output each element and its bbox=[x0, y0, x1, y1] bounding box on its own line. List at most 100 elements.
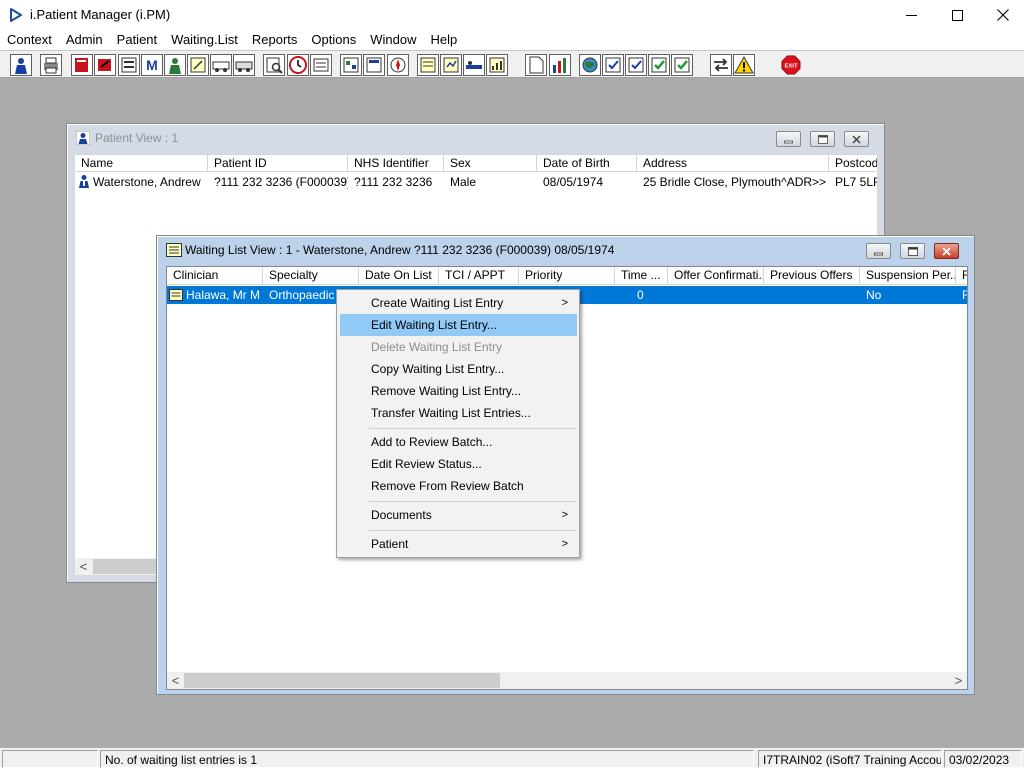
column-header-name[interactable]: Name bbox=[75, 155, 208, 172]
column-header-sex[interactable]: Sex bbox=[444, 155, 537, 172]
waiting-list-maximize-button[interactable] bbox=[900, 243, 925, 259]
column-header-time[interactable]: Time ... bbox=[615, 267, 668, 284]
patient-grid-header: Name Patient ID NHS Identifier Sex Date … bbox=[75, 154, 877, 172]
toolbar-button-swap[interactable] bbox=[710, 54, 732, 76]
minimize-button[interactable] bbox=[888, 0, 934, 30]
toolbar-button-file[interactable] bbox=[525, 54, 547, 76]
column-header-clinician[interactable]: Clinician bbox=[167, 267, 263, 284]
menu-item-documents[interactable]: Documents > bbox=[340, 504, 577, 526]
toolbar-button-list[interactable] bbox=[310, 54, 332, 76]
menu-waiting-list[interactable]: Waiting.List bbox=[164, 30, 245, 50]
f-cell: F bbox=[956, 286, 967, 304]
column-header-previous-offers[interactable]: Previous Offers bbox=[764, 267, 860, 284]
toolbar-button-printer[interactable] bbox=[40, 54, 62, 76]
scroll-left-icon[interactable]: < bbox=[75, 558, 92, 575]
scroll-thumb[interactable] bbox=[184, 673, 500, 688]
warning-icon bbox=[734, 55, 754, 74]
status-cell-empty bbox=[2, 750, 98, 768]
app-title: i.Patient Manager (i.PM) bbox=[30, 7, 171, 22]
column-header-offer-confirmation[interactable]: Offer Confirmati... bbox=[668, 267, 764, 284]
menu-item-transfer-waiting-list-entries[interactable]: Transfer Waiting List Entries... bbox=[340, 402, 577, 424]
scroll-right-icon[interactable]: > bbox=[950, 672, 967, 689]
toolbar-button-bed[interactable] bbox=[463, 54, 485, 76]
toolbar-button-notepad[interactable] bbox=[417, 54, 439, 76]
toolbar-button-check-doc[interactable] bbox=[602, 54, 624, 76]
column-header-specialty[interactable]: Specialty bbox=[263, 267, 359, 284]
column-header-date-on-list[interactable]: Date On List bbox=[359, 267, 439, 284]
toolbar-button-report[interactable] bbox=[440, 54, 462, 76]
toolbar-button-clinician[interactable] bbox=[164, 54, 186, 76]
patient-view-maximize-button[interactable] bbox=[810, 131, 835, 147]
toolbar-button-compass[interactable] bbox=[387, 54, 409, 76]
toolbar-button-green-check[interactable] bbox=[648, 54, 670, 76]
menu-separator bbox=[369, 530, 576, 531]
toolbar-button-referral[interactable] bbox=[94, 54, 116, 76]
exit-button[interactable]: EXIT bbox=[780, 54, 802, 76]
patient-name: Waterstone, Andrew bbox=[93, 175, 201, 189]
list-icon bbox=[313, 58, 329, 72]
toolbar-button-green-check[interactable] bbox=[671, 54, 693, 76]
toolbar-button-transport[interactable] bbox=[233, 54, 255, 76]
toolbar-button-ambulance[interactable] bbox=[210, 54, 232, 76]
toolbar-button-bar-chart[interactable] bbox=[549, 54, 571, 76]
menu-item-remove-from-review-batch[interactable]: Remove From Review Batch bbox=[340, 475, 577, 497]
menu-item-add-to-review-batch[interactable]: Add to Review Batch... bbox=[340, 431, 577, 453]
toolbar-button-globe[interactable] bbox=[579, 54, 601, 76]
maximize-button[interactable] bbox=[934, 0, 980, 30]
waiting-list-close-button[interactable] bbox=[934, 243, 959, 259]
scroll-thumb[interactable] bbox=[93, 559, 163, 574]
column-header-priority[interactable]: Priority bbox=[519, 267, 615, 284]
menu-help[interactable]: Help bbox=[423, 30, 464, 50]
column-header-f[interactable]: F bbox=[956, 267, 967, 284]
search-icon bbox=[266, 57, 283, 74]
menu-admin[interactable]: Admin bbox=[59, 30, 110, 50]
menu-patient[interactable]: Patient bbox=[110, 30, 164, 50]
close-button[interactable] bbox=[980, 0, 1024, 30]
column-header-postcode[interactable]: Postcod bbox=[829, 155, 877, 172]
waiting-list-minimize-button[interactable] bbox=[866, 243, 891, 259]
menu-item-label: Create Waiting List Entry bbox=[371, 296, 504, 310]
schedule-icon bbox=[343, 57, 359, 73]
menu-context[interactable]: Context bbox=[0, 30, 59, 50]
toolbar-button-book[interactable] bbox=[71, 54, 93, 76]
waiting-list-grid-header: Clinician Specialty Date On List TCI / A… bbox=[167, 267, 967, 285]
toolbar: EXIT M bbox=[0, 50, 1024, 78]
file-icon bbox=[529, 56, 544, 74]
waiting-list-horizontal-scrollbar[interactable]: < > bbox=[167, 672, 967, 689]
patient-view-minimize-button[interactable] bbox=[776, 131, 801, 147]
patient-icon bbox=[79, 175, 89, 188]
toolbar-button-patient[interactable] bbox=[10, 54, 32, 76]
menu-item-create-waiting-list-entry[interactable]: Create Waiting List Entry > bbox=[340, 292, 577, 314]
menu-item-remove-waiting-list-entry[interactable]: Remove Waiting List Entry... bbox=[340, 380, 577, 402]
menu-item-label: Delete Waiting List Entry bbox=[371, 340, 502, 354]
toolbar-button-chart[interactable] bbox=[486, 54, 508, 76]
menu-reports[interactable]: Reports bbox=[245, 30, 305, 50]
toolbar-button-register[interactable] bbox=[118, 54, 140, 76]
column-header-date-of-birth[interactable]: Date of Birth bbox=[537, 155, 637, 172]
context-menu: Create Waiting List Entry > Edit Waiting … bbox=[336, 289, 580, 558]
column-header-patient-id[interactable]: Patient ID bbox=[208, 155, 348, 172]
toolbar-button-search[interactable] bbox=[263, 54, 285, 76]
menu-options[interactable]: Options bbox=[304, 30, 363, 50]
toolbar-button-m-letter[interactable]: M bbox=[141, 54, 163, 76]
toolbar-button-clock[interactable] bbox=[287, 54, 309, 76]
column-header-address[interactable]: Address bbox=[637, 155, 829, 172]
menu-item-edit-review-status[interactable]: Edit Review Status... bbox=[340, 453, 577, 475]
toolbar-button-warning[interactable] bbox=[733, 54, 755, 76]
column-header-tci-appt[interactable]: TCI / APPT bbox=[439, 267, 519, 284]
column-header-nhs-identifier[interactable]: NHS Identifier bbox=[348, 155, 444, 172]
previous-offers-cell bbox=[764, 286, 860, 304]
scroll-left-icon[interactable]: < bbox=[167, 672, 184, 689]
menu-item-edit-waiting-list-entry[interactable]: Edit Waiting List Entry... bbox=[340, 314, 577, 336]
toolbar-button-schedule[interactable] bbox=[340, 54, 362, 76]
menu-item-copy-waiting-list-entry[interactable]: Copy Waiting List Entry... bbox=[340, 358, 577, 380]
toolbar-button-note[interactable] bbox=[187, 54, 209, 76]
menu-item-patient[interactable]: Patient > bbox=[340, 533, 577, 555]
column-header-suspension-period[interactable]: Suspension Per... bbox=[860, 267, 956, 284]
patient-view-close-button[interactable] bbox=[844, 131, 869, 147]
swap-icon bbox=[714, 58, 728, 72]
toolbar-button-check-doc[interactable] bbox=[625, 54, 647, 76]
patient-row[interactable]: Waterstone, Andrew ?111 232 3236 (F00003… bbox=[75, 173, 877, 191]
menu-window[interactable]: Window bbox=[363, 30, 423, 50]
toolbar-button-document[interactable] bbox=[363, 54, 385, 76]
